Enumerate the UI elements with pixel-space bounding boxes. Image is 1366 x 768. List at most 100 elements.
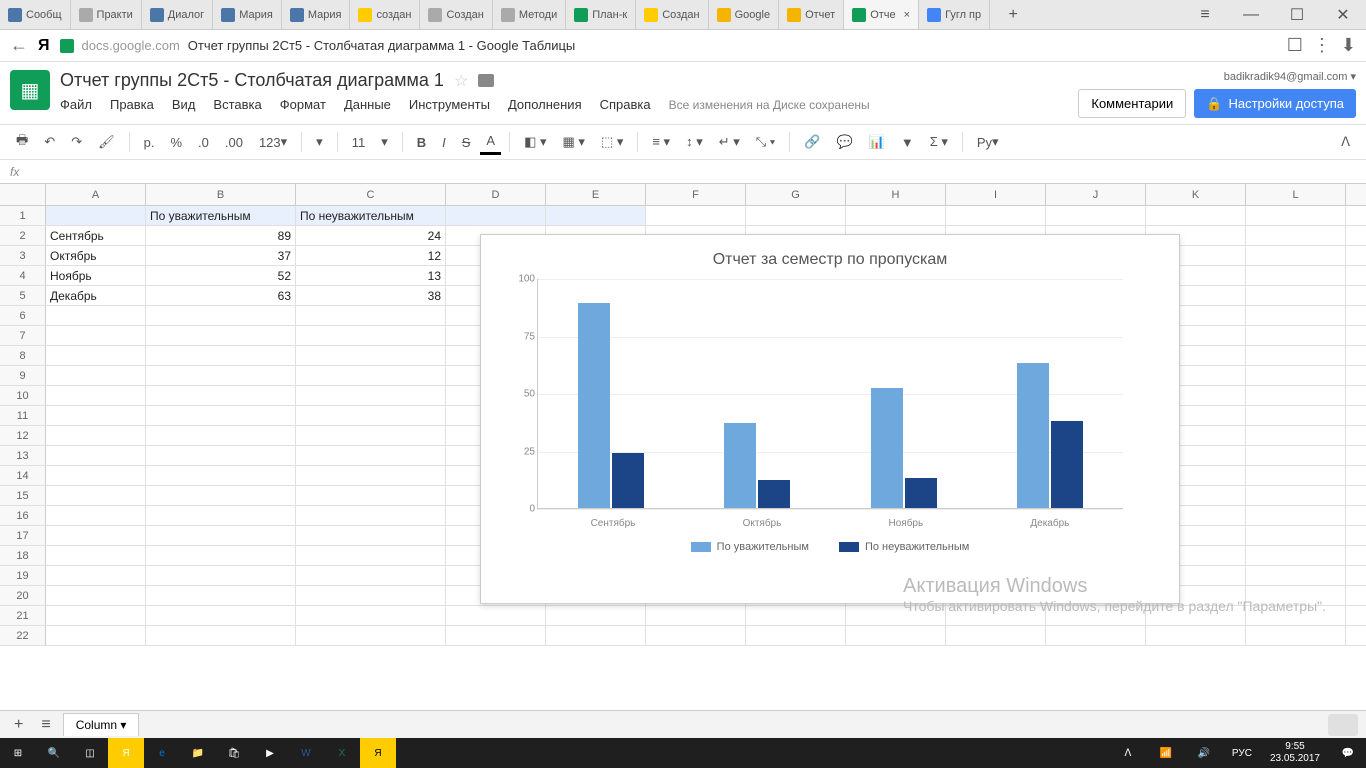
cell[interactable]: [1246, 546, 1346, 565]
font-size-input[interactable]: 11: [346, 131, 372, 154]
taskbar-app-icon[interactable]: ▶: [252, 738, 288, 768]
cell[interactable]: [146, 526, 296, 545]
cell[interactable]: [446, 206, 546, 225]
browser-tab[interactable]: Google: [709, 0, 779, 29]
h-align-icon[interactable]: ≡ ▾: [646, 130, 676, 154]
merge-cells-icon[interactable]: ⬚ ▾: [595, 130, 629, 154]
cell[interactable]: [1246, 346, 1346, 365]
taskbar-app-icon[interactable]: e: [144, 738, 180, 768]
cell[interactable]: [546, 206, 646, 225]
cell[interactable]: [46, 626, 146, 645]
cell[interactable]: [46, 326, 146, 345]
undo-icon[interactable]: ↶: [38, 130, 61, 154]
share-button[interactable]: 🔒 Настройки доступа: [1194, 89, 1356, 118]
cell[interactable]: [146, 406, 296, 425]
cell[interactable]: [1146, 626, 1246, 645]
cell[interactable]: [946, 606, 1046, 625]
cell[interactable]: [46, 566, 146, 585]
download-icon[interactable]: ⬇: [1341, 35, 1356, 56]
bold-button[interactable]: B: [411, 131, 432, 154]
cell[interactable]: [146, 566, 296, 585]
browser-tab[interactable]: Отче×: [844, 0, 919, 29]
cell[interactable]: [146, 366, 296, 385]
text-color-button[interactable]: A: [480, 129, 501, 155]
row-header[interactable]: 3: [0, 246, 46, 265]
functions-icon[interactable]: Σ ▾: [924, 130, 954, 154]
cell[interactable]: [1246, 366, 1346, 385]
cell[interactable]: [46, 406, 146, 425]
row-header[interactable]: 1: [0, 206, 46, 225]
row-header[interactable]: 8: [0, 346, 46, 365]
window-minimize-icon[interactable]: —: [1228, 0, 1274, 29]
row-header[interactable]: 10: [0, 386, 46, 405]
bar[interactable]: [578, 303, 610, 508]
browser-tab[interactable]: Мария: [213, 0, 282, 29]
cell[interactable]: [296, 606, 446, 625]
window-maximize-icon[interactable]: ☐: [1274, 0, 1320, 29]
insert-chart-icon[interactable]: 📊: [863, 130, 891, 154]
chart-container[interactable]: Отчет за семестр по пропускам 0255075100…: [480, 234, 1180, 604]
text-rotation-icon[interactable]: ⤡ ▾: [750, 130, 781, 154]
network-icon[interactable]: 📶: [1148, 738, 1184, 768]
cell[interactable]: [1046, 626, 1146, 645]
cell[interactable]: [46, 346, 146, 365]
cell[interactable]: 37: [146, 246, 296, 265]
number-format-button[interactable]: 123 ▾: [253, 130, 293, 154]
row-header[interactable]: 11: [0, 406, 46, 425]
row-header[interactable]: 22: [0, 626, 46, 645]
tray-chevron-icon[interactable]: ᐱ: [1110, 738, 1146, 768]
formula-bar[interactable]: fx: [0, 160, 1366, 184]
column-header[interactable]: H: [846, 184, 946, 205]
browser-tab[interactable]: Диалог: [142, 0, 213, 29]
taskbar-app-icon[interactable]: Я: [360, 738, 396, 768]
cell[interactable]: [646, 606, 746, 625]
column-header[interactable]: L: [1246, 184, 1346, 205]
cell[interactable]: [46, 526, 146, 545]
cell[interactable]: [446, 626, 546, 645]
cell[interactable]: [146, 586, 296, 605]
column-header[interactable]: C: [296, 184, 446, 205]
comments-button[interactable]: Комментарии: [1078, 89, 1186, 118]
paint-format-icon[interactable]: 🖌: [92, 130, 121, 154]
cell[interactable]: [1246, 586, 1346, 605]
cell[interactable]: [296, 326, 446, 345]
row-header[interactable]: 12: [0, 426, 46, 445]
cell[interactable]: [296, 486, 446, 505]
browser-tab[interactable]: Создан: [636, 0, 708, 29]
cell[interactable]: [546, 626, 646, 645]
start-button[interactable]: ⊞: [0, 738, 36, 768]
row-header[interactable]: 16: [0, 506, 46, 525]
italic-button[interactable]: I: [436, 131, 452, 154]
font-size-dropdown[interactable]: ▾: [375, 130, 394, 154]
cell[interactable]: [746, 206, 846, 225]
folder-icon[interactable]: [478, 74, 494, 87]
cell[interactable]: [296, 346, 446, 365]
star-icon[interactable]: ☆: [454, 71, 468, 91]
increase-decimal-button[interactable]: .00: [219, 131, 249, 154]
bar[interactable]: [724, 423, 756, 508]
insert-link-icon[interactable]: 🔗: [798, 130, 826, 154]
url-input[interactable]: docs.google.com Отчет группы 2Ст5 - Стол…: [60, 38, 1277, 53]
row-header[interactable]: 7: [0, 326, 46, 345]
menu-инструменты[interactable]: Инструменты: [409, 97, 490, 112]
column-header[interactable]: B: [146, 184, 296, 205]
column-header[interactable]: J: [1046, 184, 1146, 205]
cell[interactable]: [146, 506, 296, 525]
menu-вид[interactable]: Вид: [172, 97, 196, 112]
bar[interactable]: [905, 478, 937, 508]
bar[interactable]: [1051, 421, 1083, 508]
cell[interactable]: [296, 546, 446, 565]
cell[interactable]: [1246, 626, 1346, 645]
yandex-logo[interactable]: Я: [38, 37, 50, 55]
document-title[interactable]: Отчет группы 2Ст5 - Столбчатая диаграмма…: [60, 70, 444, 91]
cell[interactable]: [946, 206, 1046, 225]
cell[interactable]: 38: [296, 286, 446, 305]
cell[interactable]: [1246, 226, 1346, 245]
column-header[interactable]: A: [46, 184, 146, 205]
percent-button[interactable]: %: [164, 131, 188, 154]
row-header[interactable]: 14: [0, 466, 46, 485]
cell[interactable]: [846, 206, 946, 225]
cell[interactable]: [1246, 246, 1346, 265]
column-header[interactable]: F: [646, 184, 746, 205]
cell[interactable]: [146, 486, 296, 505]
